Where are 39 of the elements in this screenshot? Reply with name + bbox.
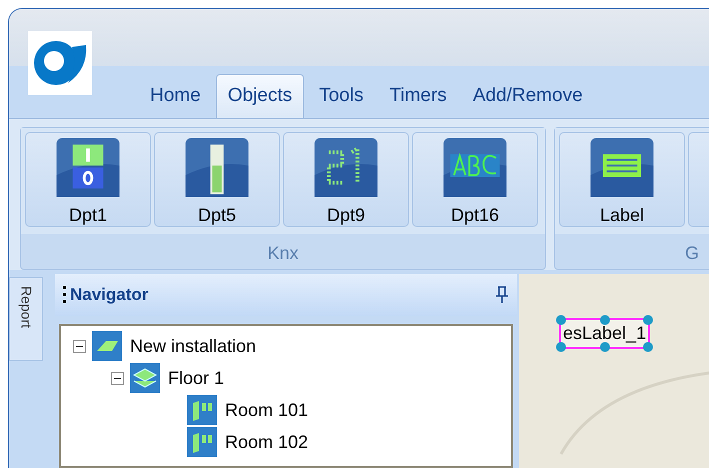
collapse-icon[interactable]: [73, 340, 86, 352]
room-icon: [187, 395, 217, 425]
grip-icon[interactable]: [63, 286, 66, 304]
label-element[interactable]: esLabel_1: [559, 318, 650, 349]
object-button[interactable]: Label: [559, 132, 685, 227]
resize-handle[interactable]: [643, 315, 654, 325]
app-logo: [28, 31, 92, 95]
tree-item[interactable]: New installation: [130, 332, 256, 360]
navigator-title: Navigator: [70, 284, 148, 306]
object-button[interactable]: Dpt5: [154, 132, 280, 227]
bar-object-icon: [183, 137, 251, 198]
room-icon: [187, 427, 217, 457]
tree-item[interactable]: Floor 1: [168, 364, 224, 392]
object-button[interactable]: Dpt1: [25, 132, 151, 227]
ribbon-tab[interactable]: Home: [139, 74, 212, 118]
resize-handle[interactable]: [556, 315, 566, 325]
resize-handle[interactable]: [600, 342, 610, 352]
collapse-icon[interactable]: [111, 372, 124, 384]
ribbon-tab[interactable]: Timers: [378, 74, 458, 118]
ribbon-tab[interactable]: Objects: [216, 74, 304, 118]
tree-item[interactable]: Room 102: [225, 428, 308, 456]
label-object-icon: [588, 137, 656, 198]
resize-handle[interactable]: [600, 315, 610, 325]
floor-icon: [130, 363, 160, 393]
group-label: Knx: [266, 242, 300, 265]
object-button[interactable]: Dpt16: [412, 132, 538, 227]
installation-icon: [92, 331, 122, 361]
ribbon-tab[interactable]: Add/Remove: [462, 74, 594, 118]
resize-handle[interactable]: [643, 342, 654, 352]
text-object-icon: [441, 137, 509, 198]
resize-handle[interactable]: [556, 342, 566, 352]
report-tab[interactable]: Report: [9, 277, 43, 361]
switch-object-icon: [54, 137, 122, 198]
object-button[interactable]: Dpt9: [283, 132, 409, 227]
digits-object-icon: [312, 137, 380, 198]
tree-item[interactable]: Room 101: [225, 396, 308, 424]
ribbon-tab[interactable]: Tools: [308, 74, 374, 118]
group-label: G: [684, 242, 700, 265]
pin-icon[interactable]: [495, 286, 509, 304]
